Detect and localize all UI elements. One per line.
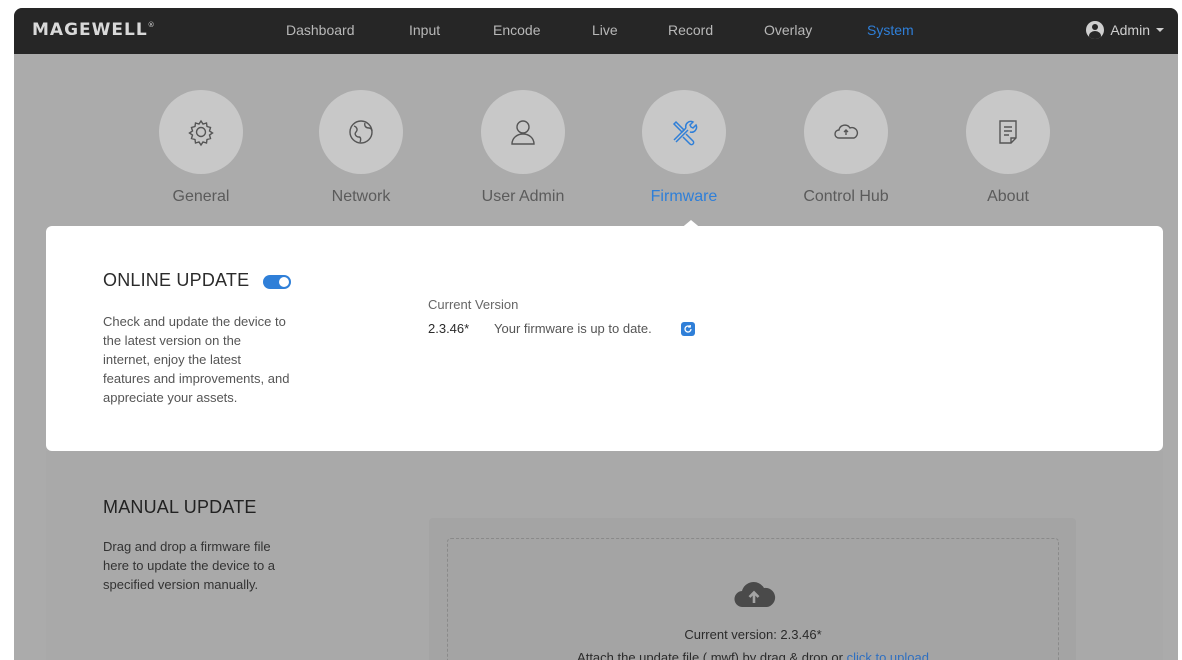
description-line: Check and update the device to — [103, 314, 286, 329]
description-line: Drag and drop a firmware file — [103, 539, 271, 554]
click-to-upload-link[interactable]: click to upload — [847, 650, 929, 660]
category-general[interactable]: General — [131, 90, 271, 206]
user-name: Admin — [1110, 22, 1150, 38]
category-control-hub[interactable]: Control Hub — [776, 90, 916, 206]
drop-current-version: Current version: 2.3.46* — [684, 627, 822, 642]
description-line: here to update the device to a — [103, 558, 276, 573]
globe-icon — [349, 120, 373, 144]
cloud-upload-icon — [734, 582, 776, 608]
online-update-title: ONLINE UPDATE — [103, 270, 250, 290]
description-line: appreciate your assets. — [103, 390, 238, 405]
main-nav: Dashboard Input Encode Live Record Overl… — [14, 8, 1178, 54]
refresh-icon — [684, 325, 692, 333]
nav-dashboard[interactable]: Dashboard — [286, 22, 355, 38]
drop-hint-text: Attach the update file (.mwf) by drag & … — [577, 650, 843, 660]
nav-encode[interactable]: Encode — [493, 22, 540, 38]
manual-update-description: Drag and drop a firmware file here to up… — [103, 537, 275, 594]
top-navigation-bar: MAGEWELL® Dashboard Input Encode Live Re… — [14, 8, 1178, 54]
description-line: specified version manually. — [103, 577, 259, 592]
category-label-network: Network — [331, 188, 391, 205]
firmware-status-text: Your firmware is up to date. — [494, 321, 652, 336]
current-version-value: 2.3.46* — [428, 321, 470, 336]
online-update-toggle[interactable] — [263, 275, 291, 289]
about-icon-circle — [966, 90, 1050, 174]
user-menu[interactable]: Admin — [1086, 21, 1164, 39]
cloud-icon — [834, 124, 859, 139]
category-label-user-admin: User Admin — [481, 188, 565, 205]
drop-hint: Attach the update file (.mwf) by drag & … — [448, 650, 1058, 660]
nav-overlay[interactable]: Overlay — [764, 22, 812, 38]
online-update-description: Check and update the device to the lates… — [103, 312, 289, 407]
online-update-card: ONLINE UPDATE Check and update the devic… — [46, 226, 1163, 451]
firmware-drop-zone[interactable]: Current version: 2.3.46* Attach the upda… — [447, 538, 1059, 660]
nav-system[interactable]: System — [867, 22, 914, 38]
app-window: MAGEWELL® Dashboard Input Encode Live Re… — [14, 8, 1178, 660]
nav-record[interactable]: Record — [668, 22, 713, 38]
description-line: the latest version on the — [103, 333, 242, 348]
category-firmware[interactable]: Firmware — [614, 90, 754, 206]
category-about[interactable]: About — [938, 90, 1078, 206]
category-label-control-hub: Control Hub — [803, 188, 889, 205]
network-icon-circle — [319, 90, 403, 174]
current-version-label: Current Version — [428, 297, 519, 312]
chevron-down-icon — [1156, 28, 1164, 32]
description-line: internet, enjoy the latest — [103, 352, 242, 367]
control-hub-icon-circle — [804, 90, 888, 174]
firmware-icon-circle — [642, 90, 726, 174]
category-label-firmware: Firmware — [650, 188, 718, 205]
user-admin-icon-circle — [481, 90, 565, 174]
user-icon — [511, 120, 535, 145]
document-icon — [999, 120, 1017, 144]
nav-input[interactable]: Input — [409, 22, 440, 38]
description-line: features and improvements, and — [103, 371, 290, 386]
refresh-check-button[interactable] — [681, 322, 695, 336]
general-icon-circle — [159, 90, 243, 174]
category-network[interactable]: Network — [291, 90, 431, 206]
category-label-about: About — [987, 188, 1029, 205]
manual-update-section: MANUAL UPDATE Drag and drop a firmware f… — [46, 451, 1163, 660]
category-user-admin[interactable]: User Admin — [453, 90, 593, 206]
tools-icon — [672, 120, 698, 146]
category-label-general: General — [172, 188, 230, 205]
user-avatar-icon — [1086, 21, 1105, 39]
nav-live[interactable]: Live — [592, 22, 618, 38]
manual-update-title: MANUAL UPDATE — [103, 497, 257, 517]
gear-icon — [188, 119, 214, 147]
